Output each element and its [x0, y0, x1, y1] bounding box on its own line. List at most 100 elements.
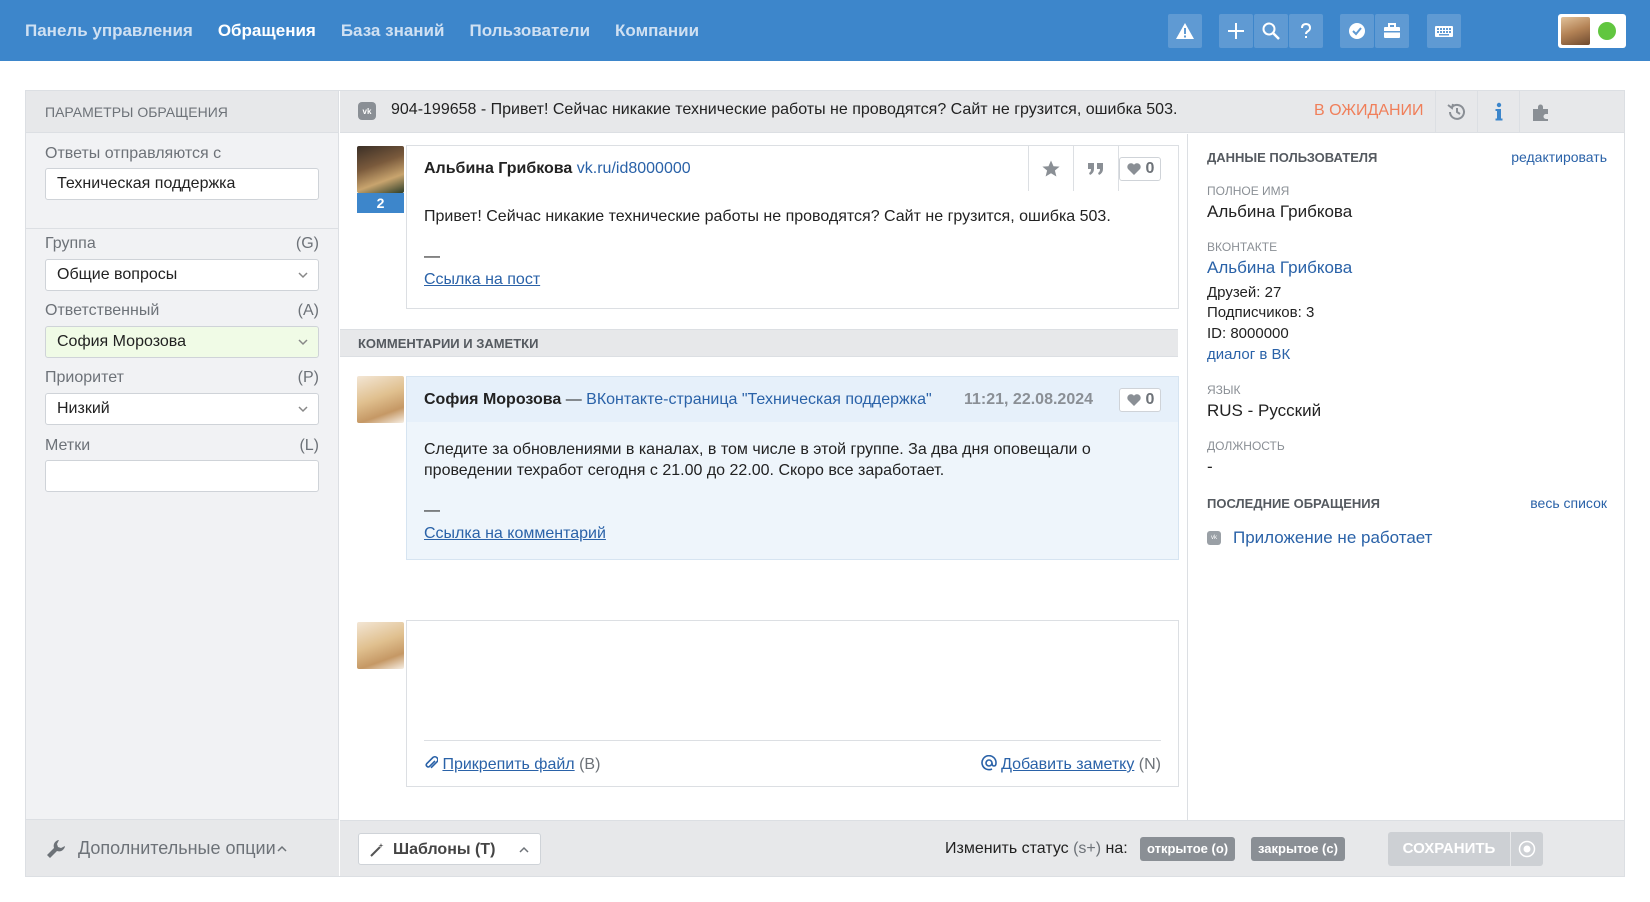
avatar	[1561, 17, 1590, 45]
status-badge: В ОЖИДАНИИ	[1314, 102, 1424, 119]
chevron-up-icon	[519, 846, 529, 853]
ticket-frame: ПАРАМЕТРЫ ОБРАЩЕНИЯ Ответы отправляются …	[25, 90, 1625, 877]
quote-button[interactable]	[1073, 146, 1118, 191]
agent-comment: София Морозова — ВКонтакте-страница "Тех…	[406, 376, 1179, 560]
online-status-indicator	[1598, 22, 1616, 40]
briefcase-icon	[1384, 23, 1400, 38]
vk-profile-link[interactable]: Альбина Грибкова	[1207, 258, 1352, 278]
nav-item-users[interactable]: Пользователи	[469, 21, 590, 41]
ticket-header: vk 904-199658 - Привет! Сейчас никакие т…	[340, 91, 1624, 133]
search-button[interactable]	[1254, 14, 1288, 48]
post-link[interactable]: Ссылка на пост	[424, 271, 540, 289]
tags-input[interactable]	[45, 460, 319, 492]
comment-author-name: София Морозова	[424, 391, 562, 408]
message-dash: —	[424, 248, 440, 265]
avatar	[357, 146, 404, 193]
warning-icon	[1176, 23, 1194, 39]
attach-file-label: Прикрепить файл	[442, 756, 575, 773]
status-open-button[interactable]: открытое (o)	[1140, 837, 1236, 861]
divider	[26, 228, 339, 229]
comment-timestamp: 11:21, 22.08.2024	[964, 391, 1094, 408]
position-value: -	[1207, 457, 1213, 476]
nav-item-tickets[interactable]: Обращения	[218, 21, 316, 41]
message-header: Альбина Грибкова vk.ru/id8000000 0	[407, 146, 1178, 191]
wrench-icon	[47, 840, 65, 858]
comment-link[interactable]: Ссылка на комментарий	[424, 525, 606, 543]
all-tickets-link[interactable]: весь список	[1530, 495, 1607, 511]
star-button[interactable]	[1028, 146, 1073, 191]
vk-dialog-link[interactable]: диалог в ВК	[1207, 346, 1290, 363]
group-label: Группа	[45, 235, 96, 252]
change-status-shortcut: (s+)	[1073, 840, 1102, 857]
ticket-count-badge[interactable]: 2	[357, 193, 404, 213]
recent-ticket-item[interactable]: vk Приложение не работает	[1207, 528, 1432, 548]
tags-shortcut: (L)	[299, 437, 319, 454]
author-profile-link[interactable]: vk.ru/id8000000	[577, 160, 691, 177]
history-button[interactable]	[1435, 91, 1477, 133]
apps-button[interactable]	[1519, 91, 1561, 133]
group-select[interactable]: Общие вопросы	[45, 259, 319, 291]
comment-separator: —	[565, 391, 582, 408]
like-button[interactable]: 0	[1119, 388, 1161, 412]
chevron-down-icon	[298, 339, 308, 346]
priority-label: Приоритет	[45, 369, 124, 386]
nav-item-knowledge-base[interactable]: База знаний	[341, 21, 445, 41]
add-note-button[interactable]: Добавить заметку (N)	[980, 754, 1161, 774]
change-status-suffix: на:	[1105, 840, 1128, 857]
priority-shortcut: (P)	[297, 369, 319, 386]
message-author-line: Альбина Грибкова vk.ru/id8000000	[424, 160, 691, 178]
info-button[interactable]	[1477, 91, 1519, 133]
comment-author-line: София Морозова — ВКонтакте-страница "Тех…	[424, 391, 932, 409]
author-name: Альбина Грибкова	[424, 160, 573, 177]
recent-tickets-header: ПОСЛЕДНИЕ ОБРАЩЕНИЯ	[1207, 496, 1380, 511]
at-icon	[980, 754, 997, 771]
tasks-button[interactable]	[1340, 14, 1374, 48]
vk-icon: vk	[1207, 531, 1221, 545]
comment-text-line-1: Следите за обновлениями в каналах, в том…	[424, 441, 1091, 458]
alert-button[interactable]	[1168, 14, 1202, 48]
edit-user-link[interactable]: редактировать	[1511, 149, 1607, 165]
language-value: RUS - Русский	[1207, 401, 1322, 420]
nav-item-companies[interactable]: Компании	[615, 21, 699, 41]
profile-menu-button[interactable]	[1558, 14, 1626, 48]
vk-label: ВКОНТАКТЕ	[1207, 240, 1278, 254]
extra-options-toggle[interactable]: Дополнительные опции	[26, 819, 339, 876]
extra-options-label: Дополнительные опции	[78, 838, 276, 858]
create-button[interactable]	[1219, 14, 1253, 48]
paperclip-icon	[425, 756, 439, 769]
ticket-params-panel: ПАРАМЕТРЫ ОБРАЩЕНИЯ Ответы отправляются …	[26, 91, 339, 876]
chevron-down-icon	[298, 272, 308, 279]
reply-from-field[interactable]: Техническая поддержка	[45, 168, 319, 200]
plus-icon	[1228, 23, 1244, 39]
tags-label: Метки	[45, 437, 91, 454]
save-button[interactable]: СОХРАНИТЬ	[1388, 832, 1510, 866]
status-closed-button[interactable]: закрытое (c)	[1251, 837, 1345, 861]
like-button[interactable]: 0	[1119, 157, 1161, 181]
keyboard-shortcuts-button[interactable]	[1427, 14, 1461, 48]
help-button[interactable]	[1289, 14, 1323, 48]
change-status-label: Изменить статус (s+) на:	[945, 840, 1128, 858]
comment-dash: —	[424, 502, 440, 519]
nav-item-dashboard[interactable]: Панель управления	[25, 21, 193, 41]
language-label: ЯЗЫК	[1207, 383, 1241, 397]
fullname-value: Альбина Грибкова	[1207, 202, 1353, 221]
save-options-button[interactable]	[1511, 832, 1543, 866]
fullname-label: ПОЛНОЕ ИМЯ	[1207, 184, 1290, 198]
priority-select[interactable]: Низкий	[45, 393, 319, 425]
templates-button[interactable]: Шаблоны (T)	[358, 833, 541, 865]
info-icon	[1495, 102, 1502, 121]
templates-label: Шаблоны (T)	[393, 841, 496, 858]
reply-editor[interactable]: Прикрепить файл (B) Добавить заметку (N)	[406, 620, 1179, 787]
recent-ticket-title: Приложение не работает	[1233, 528, 1433, 547]
action-bar: Шаблоны (T) Изменить статус (s+) на: отк…	[340, 820, 1624, 876]
vk-icon: vk	[358, 102, 376, 120]
ticket-params-header: ПАРАМЕТРЫ ОБРАЩЕНИЯ	[26, 91, 338, 133]
assignee-select[interactable]: София Морозова	[45, 326, 319, 358]
attach-file-button[interactable]: Прикрепить файл (B)	[424, 755, 600, 774]
cases-button[interactable]	[1375, 14, 1409, 48]
avatar	[357, 622, 404, 669]
comment-source-link[interactable]: ВКонтакте-страница "Техническая поддержк…	[586, 391, 932, 408]
assignee-shortcut: (A)	[297, 302, 319, 319]
divider	[424, 740, 1161, 741]
assignee-value: София Морозова	[57, 333, 186, 350]
